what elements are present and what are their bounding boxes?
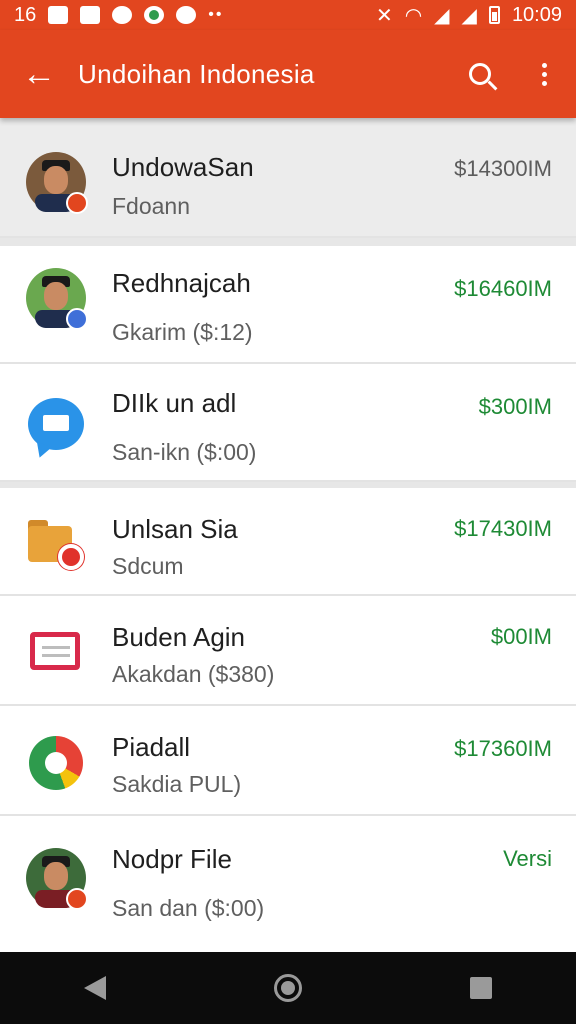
person-avatar-icon — [26, 152, 88, 214]
person-avatar-icon — [26, 268, 88, 330]
list-item[interactable]: Piadall Sakdia PUL) $17360IM — [0, 706, 576, 816]
list-item-value: Versi — [503, 846, 552, 871]
app-bar: ← Undoihan Indonesia — [0, 30, 576, 118]
list-item-subtitle: San dan ($:00) — [112, 895, 265, 921]
list-item-value: $300IM — [478, 394, 552, 419]
person-avatar-icon — [26, 848, 88, 910]
nav-home-icon[interactable] — [274, 974, 302, 1002]
list-item-subtitle: San-ikn ($:00) — [112, 439, 257, 465]
list-item-subtitle: Sdcum — [112, 553, 184, 579]
sync-icon — [176, 6, 197, 24]
list-item[interactable]: DIIk un adl San-ikn ($:00) $300IM — [0, 364, 576, 482]
list-item-value: $17360IM — [454, 736, 552, 761]
more-notifications-icon: •• — [208, 6, 224, 23]
list-item-subtitle: Fdoann — [112, 193, 191, 219]
signal-icon-2: ◢ — [461, 4, 477, 27]
more-vert-icon — [541, 62, 547, 86]
list-item-subtitle: Sakdia PUL) — [112, 771, 242, 797]
chrome-icon — [29, 736, 83, 790]
status-time-left: 16 — [14, 3, 37, 26]
list-item-value: $17430IM — [454, 516, 552, 541]
search-button[interactable] — [448, 30, 512, 118]
system-nav-bar — [0, 952, 576, 1024]
mute-icon: ✕ — [375, 4, 393, 27]
list-item-value: $16460IM — [454, 276, 552, 301]
list-item[interactable]: Buden Agin Akakdan ($380) $00IM — [0, 596, 576, 706]
list-item[interactable]: Unlsan Sia Sdcum $17430IM — [0, 488, 576, 596]
status-bar: 16 •• ✕ ◠ ◢ ◢ 10:09 — [0, 0, 576, 30]
list-item-subtitle: Gkarim ($:12) — [112, 319, 253, 345]
back-button[interactable]: ← — [0, 30, 78, 118]
camera-icon — [80, 6, 101, 24]
page-title: Undoihan Indonesia — [78, 58, 315, 89]
mail-icon — [112, 6, 133, 24]
list-item-value: $00IM — [490, 624, 552, 649]
nav-back-icon[interactable] — [84, 976, 106, 1000]
more-options-button[interactable] — [512, 30, 576, 118]
vpn-icon — [144, 6, 165, 24]
divider — [0, 238, 576, 246]
folder-settings-icon — [28, 520, 84, 570]
nav-recents-icon[interactable] — [470, 977, 492, 999]
search-icon — [469, 63, 491, 85]
list-item-value: $14300IM — [454, 156, 552, 181]
list-item[interactable]: UndowaSan Fdoann $14300IM — [0, 118, 576, 238]
gallery-icon — [48, 6, 69, 24]
badge-icon — [66, 192, 88, 214]
message-icon — [28, 398, 84, 450]
arrow-back-icon: ← — [22, 54, 56, 93]
calendar-icon — [28, 628, 84, 674]
list-item-subtitle: Akakdan ($380) — [112, 661, 275, 687]
badge-icon — [66, 308, 88, 330]
badge-icon — [66, 888, 88, 910]
list-item[interactable]: Redhnajcah Gkarim ($:12) $16460IM — [0, 246, 576, 364]
wifi-icon: ◠ — [404, 4, 423, 27]
app-list: UndowaSan Fdoann $14300IM Redhnajcah Gka… — [0, 118, 576, 952]
list-item[interactable]: Nodpr File San dan ($:00) Versi — [0, 816, 576, 952]
status-time-right: 10:09 — [511, 3, 562, 26]
signal-icon: ◢ — [434, 4, 450, 27]
battery-icon — [488, 6, 500, 24]
